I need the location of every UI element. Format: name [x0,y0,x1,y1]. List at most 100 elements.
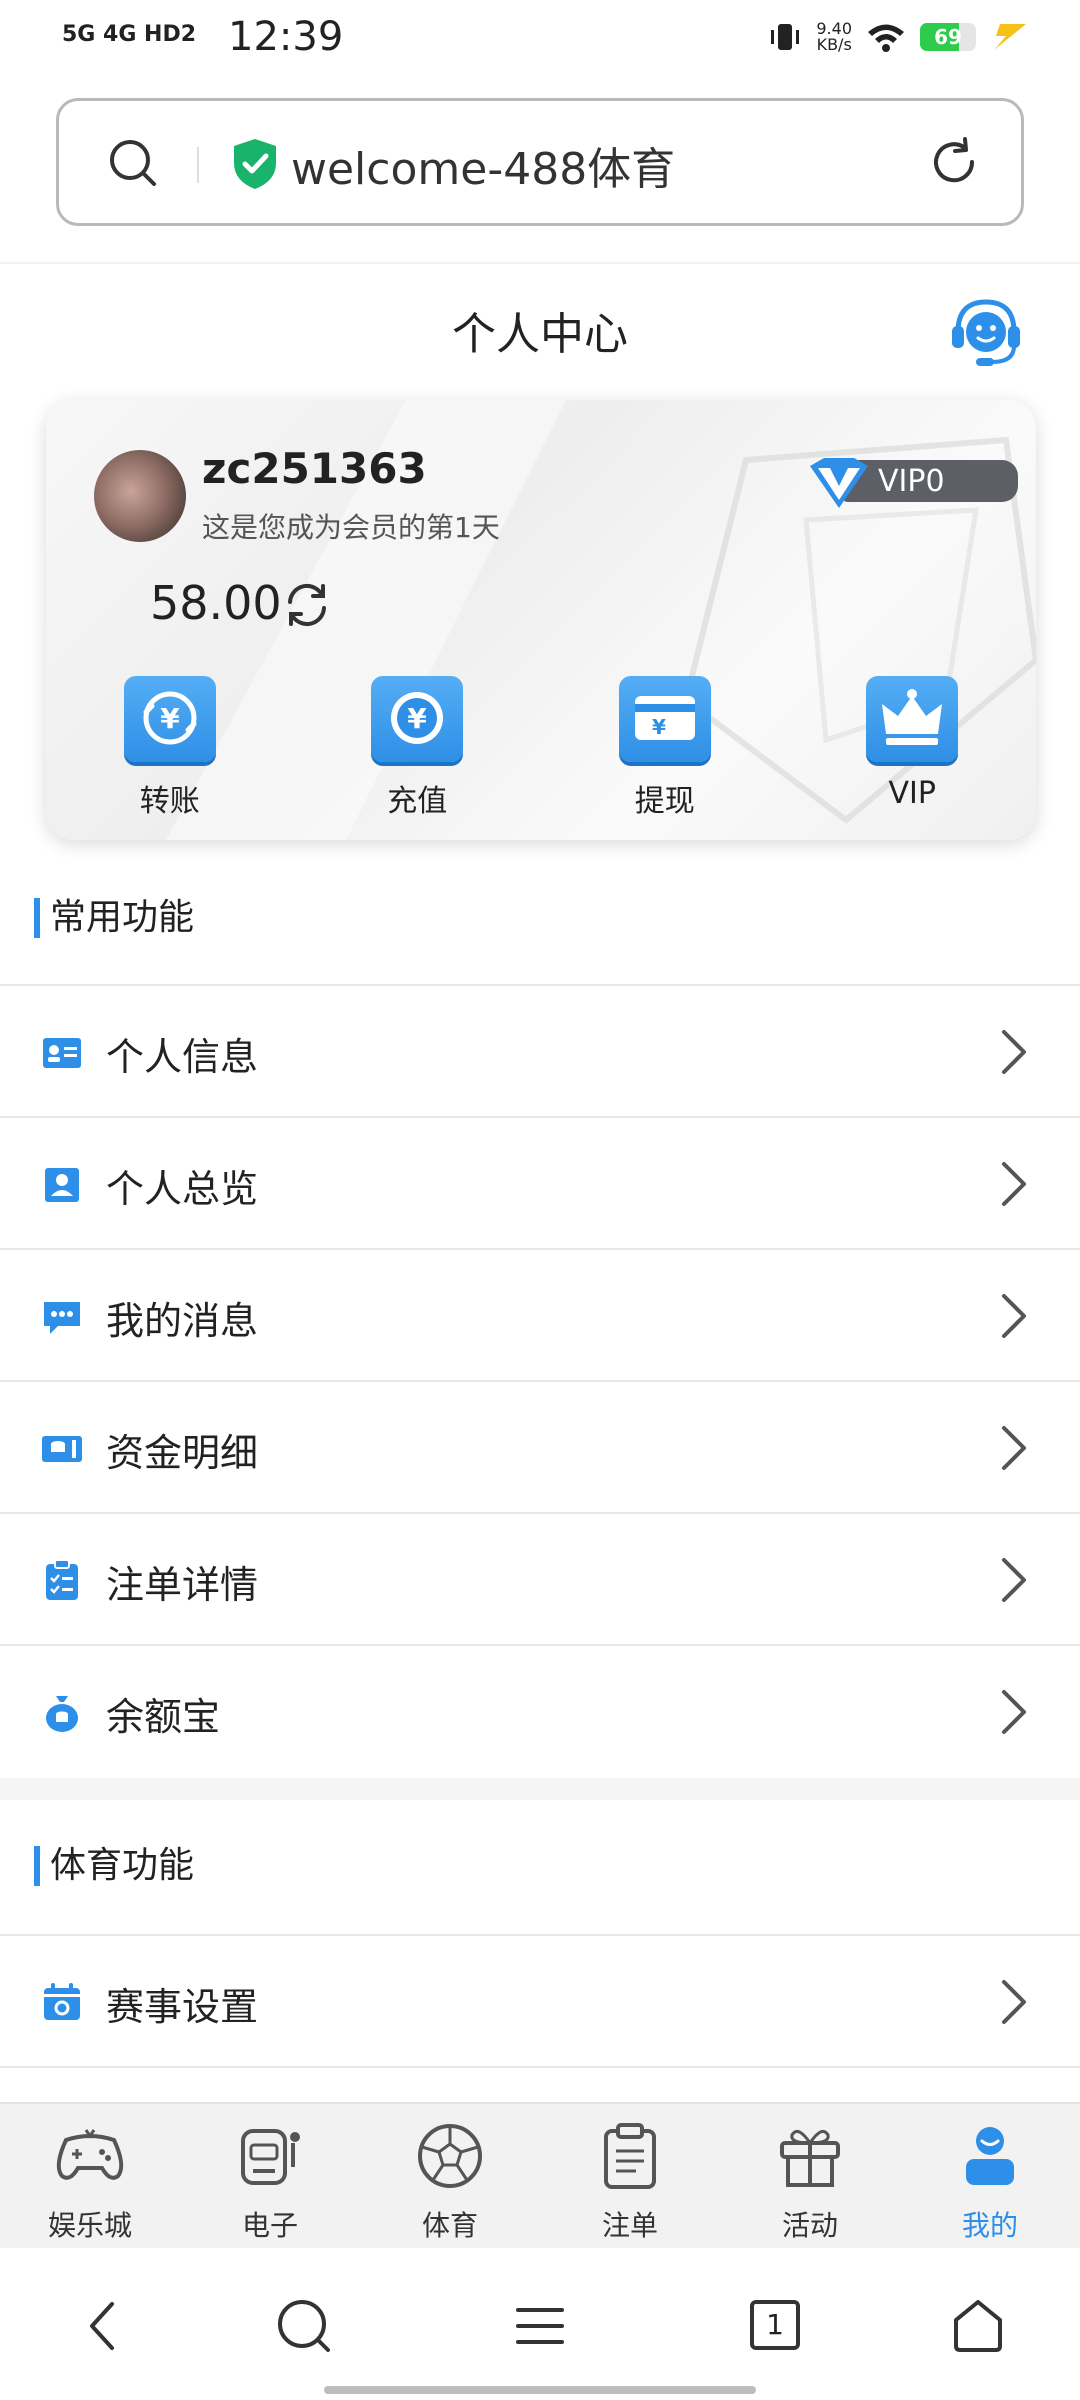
quick-actions: ¥ 转账 ¥ 充值 ¥ 提现 VIP [46,676,1036,820]
transfer-icon: ¥ [143,691,197,745]
profile-overview-icon [45,1168,79,1202]
action-label: 充值 [387,784,448,819]
tab-sports[interactable]: 体育 [360,2104,540,2248]
vibrate-icon [771,24,800,50]
tab-casino[interactable]: 娱乐城 [0,2104,180,2248]
gift-icon [780,2129,840,2187]
chevron-right-icon [1002,1690,1026,1734]
section-title-common: 常用功能 [34,898,194,938]
deposit-button[interactable]: ¥ 充值 [294,676,542,820]
clipboard-icon [604,2123,656,2189]
shield-check-icon [234,139,276,189]
menu-item-balance-treasure[interactable]: 余额宝 [0,1644,1080,1776]
clock: 12:39 [228,14,344,60]
menu-item-label: 资金明细 [106,1431,259,1475]
funds-icon [42,1436,82,1462]
tab-mine[interactable]: 我的 [900,2104,1080,2248]
menu-item-label: 个人信息 [106,1035,259,1079]
tab-label: 注单 [601,2209,658,2242]
chevron-right-icon [1002,1162,1026,1206]
menu-item-fund-details[interactable]: 资金明细 [0,1380,1080,1512]
status-bar: 5G 4G HD2 12:39 9.40 KB/s 69 [0,0,1080,84]
member-days: 这是您成为会员的第1天 [202,511,500,544]
tab-activities[interactable]: 活动 [720,2104,900,2248]
balance-amount: 58.00 [150,576,282,630]
tabs-button[interactable]: 1 [750,2300,800,2350]
crown-icon [882,689,943,745]
chevron-right-icon [1002,1558,1026,1602]
tab-electronic[interactable]: 电子 [180,2104,360,2248]
chevron-right-icon [1002,1030,1026,1074]
menu-item-label: 赛事设置 [106,1985,259,2029]
menu-icon[interactable] [512,2296,568,2356]
action-label: VIP [888,776,936,811]
search-icon[interactable] [274,2296,334,2356]
menu-item-personal-info[interactable]: 个人信息 [0,984,1080,1116]
profile-card: zc251363 这是您成为会员的第1天 VIP0 58.00 ¥ 转账 ¥ 充… [46,400,1036,840]
transfer-button[interactable]: ¥ 转账 [46,676,294,820]
wifi-icon [868,24,904,52]
tab-count: 1 [766,2308,784,2341]
menu-item-label: 个人总览 [106,1167,259,1211]
gamepad-icon [56,2129,124,2180]
bottom-tab-bar: 娱乐城 电子 体育 注单 活动 我的 [0,2102,1080,2248]
chevron-right-icon [1002,1294,1026,1338]
vip-level: VIP0 [878,464,945,499]
bet-list-icon [46,1559,78,1600]
menu-item-my-messages[interactable]: 我的消息 [0,1248,1080,1380]
withdraw-icon: ¥ [634,696,695,740]
withdraw-button[interactable]: ¥ 提现 [541,676,789,820]
menu-item-label: 我的消息 [106,1299,259,1343]
url-text[interactable]: welcome-488体育 [291,133,675,197]
slot-machine-icon [241,2129,300,2185]
back-icon[interactable] [82,2296,122,2356]
vip-button[interactable]: VIP [789,676,1037,820]
menu-item-bet-details[interactable]: 注单详情 [0,1512,1080,1644]
chevron-right-icon [1002,1426,1026,1470]
deposit-icon: ¥ [391,692,444,744]
tab-label: 电子 [241,2209,298,2242]
customer-service-icon[interactable] [944,290,1028,374]
page-title: 个人中心 [452,309,628,360]
id-card-icon [43,1038,81,1068]
svg-text:¥: ¥ [408,702,428,735]
browser-navigation-bar: 1 [0,2250,1080,2400]
menu-item-label: 余额宝 [106,1695,221,1739]
reload-icon[interactable] [927,135,981,189]
user-icon [966,2127,1014,2185]
search-icon[interactable] [107,137,159,189]
action-label: 提现 [634,784,695,819]
soccer-ball-icon [418,2124,482,2188]
net-speed: 9.40 KB/s [816,19,852,54]
charging-icon [994,24,1026,50]
section-title-sports: 体育功能 [34,1846,194,1886]
menu-item-personal-overview[interactable]: 个人总览 [0,1116,1080,1248]
divider [197,147,199,183]
tab-label: 我的 [961,2209,1018,2242]
diamond-icon [810,458,868,508]
action-label: 转账 [139,784,200,819]
tab-label: 活动 [781,2209,838,2242]
network-indicator: 5G 4G HD2 [62,22,197,47]
svg-text:¥: ¥ [652,715,666,739]
username: zc251363 [202,444,427,493]
calendar-settings-icon [44,1983,80,2020]
address-bar[interactable]: welcome-488体育 [56,98,1024,226]
home-icon[interactable] [950,2296,1006,2356]
divider [0,2066,1080,2106]
tab-label: 娱乐城 [47,2209,132,2242]
avatar[interactable] [94,450,186,542]
section-gap [0,1778,1080,1800]
home-indicator[interactable] [324,2386,756,2394]
svg-text:¥: ¥ [160,702,180,735]
tab-bets[interactable]: 注单 [540,2104,720,2248]
divider [0,262,1080,264]
battery-indicator: 69 [920,23,976,51]
refresh-balance-icon[interactable] [282,580,332,630]
message-icon [44,1302,80,1334]
money-bag-icon [46,1696,78,1732]
tab-label: 体育 [421,2209,478,2242]
menu-item-label: 注单详情 [106,1563,259,1607]
menu-item-event-settings[interactable]: 赛事设置 [0,1934,1080,2066]
chevron-right-icon [1002,1980,1026,2024]
